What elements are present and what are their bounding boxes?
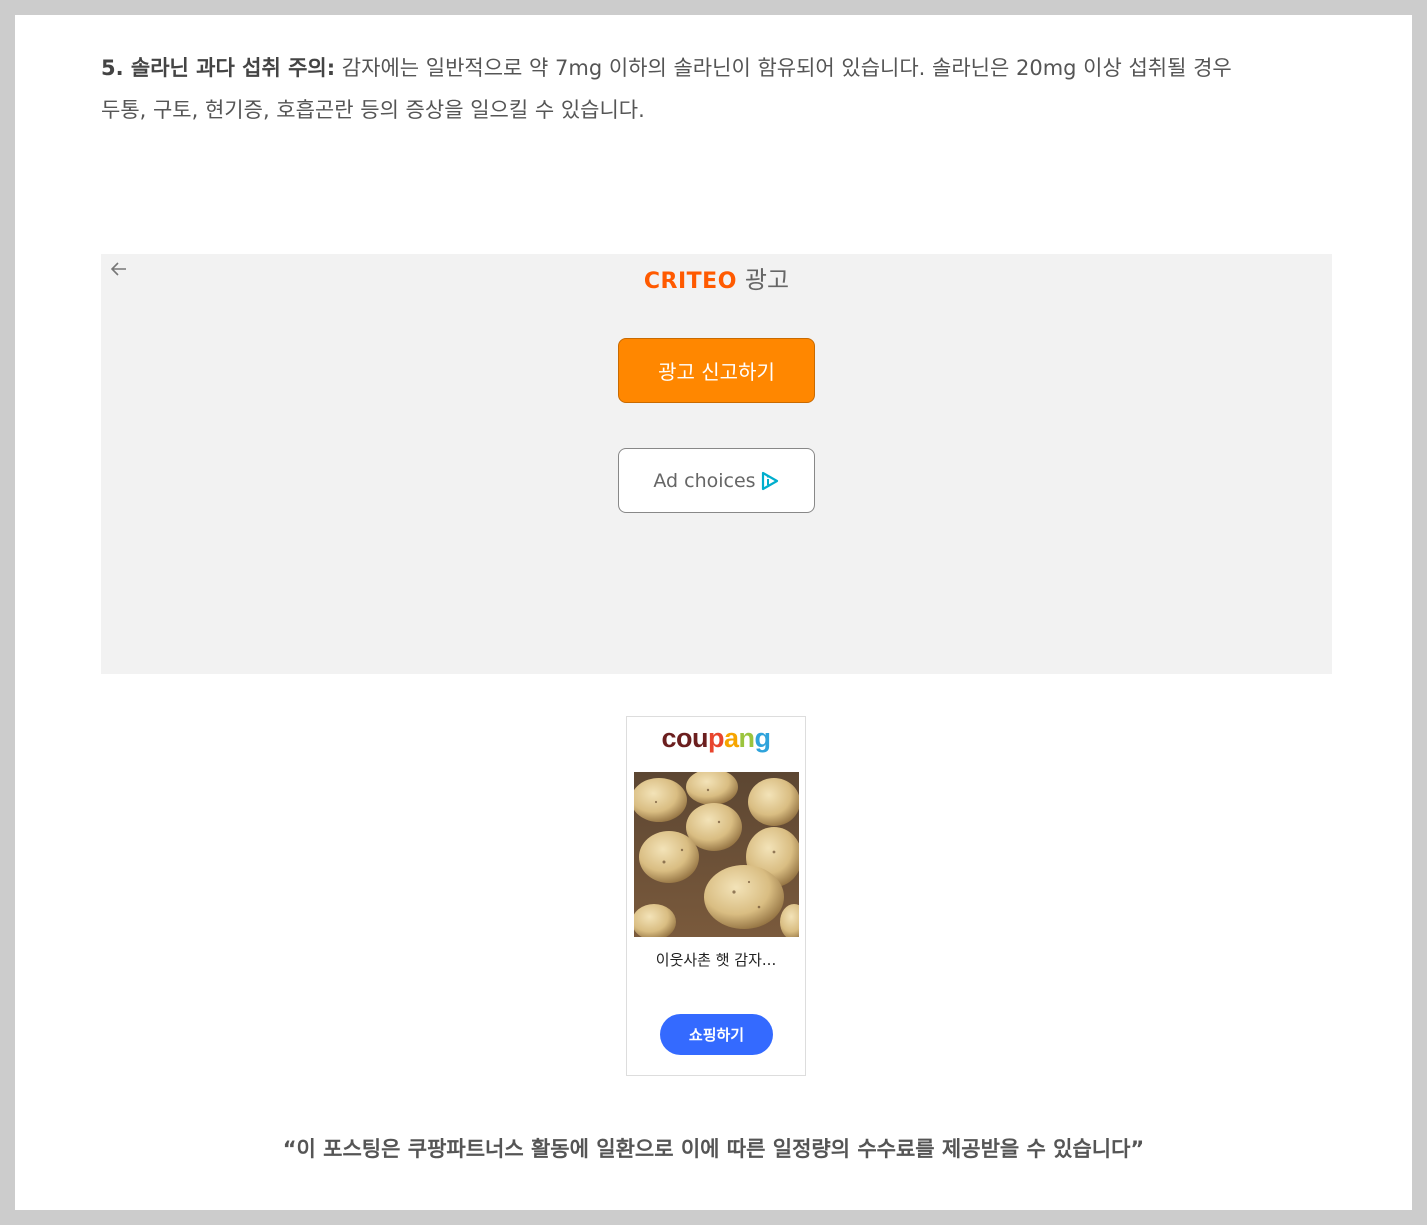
coupang-logo-letter: p — [708, 723, 725, 753]
affiliate-disclosure: “이 포스팅은 쿠팡파트너스 활동에 일환으로 이에 따른 일정량의 수수료를 … — [282, 1137, 1145, 1161]
coupang-logo-letter: c — [661, 723, 676, 753]
paragraph-body: 감자에는 일반적으로 약 7mg 이하의 솔라닌이 함유되어 있습니다. 솔라닌… — [335, 56, 1232, 80]
criteo-ad-panel: CRITEO 광고 광고 신고하기 Ad choices — [101, 254, 1332, 674]
report-ad-button[interactable]: 광고 신고하기 — [618, 338, 815, 403]
adchoices-label: Ad choices — [653, 469, 756, 492]
product-image[interactable] — [634, 772, 799, 937]
adchoices-button[interactable]: Ad choices — [618, 448, 815, 513]
paragraph-heading: 5. 솔라닌 과다 섭취 주의: — [101, 56, 336, 80]
ad-label: 광고 — [744, 266, 790, 294]
paragraph-body-line2: 두통, 구토, 현기증, 호흡곤란 등의 증상을 일으킬 수 있습니다. — [101, 98, 645, 122]
criteo-header: CRITEO 광고 — [101, 260, 1332, 295]
article-paragraph: 5. 솔라닌 과다 섭취 주의: 감자에는 일반적으로 약 7mg 이하의 솔라… — [101, 47, 1331, 131]
page-content: 5. 솔라닌 과다 섭취 주의: 감자에는 일반적으로 약 7mg 이하의 솔라… — [15, 15, 1412, 1210]
coupang-logo-letter: o — [676, 723, 693, 753]
coupang-logo-letter: g — [754, 723, 772, 753]
coupang-logo: coupang — [627, 723, 805, 754]
product-name[interactable]: 이웃사촌 햇 감자... — [627, 949, 805, 970]
shop-button[interactable]: 쇼핑하기 — [660, 1014, 773, 1055]
adchoices-icon — [760, 471, 780, 491]
criteo-logo: CRITEO — [643, 269, 737, 294]
coupang-logo-letter: n — [738, 723, 756, 753]
coupang-logo-letter: a — [724, 723, 739, 753]
coupang-product-card[interactable]: coupang 이웃사촌 햇 감자... 쇼핑하기 — [626, 716, 806, 1076]
coupang-logo-letter: u — [692, 723, 709, 753]
